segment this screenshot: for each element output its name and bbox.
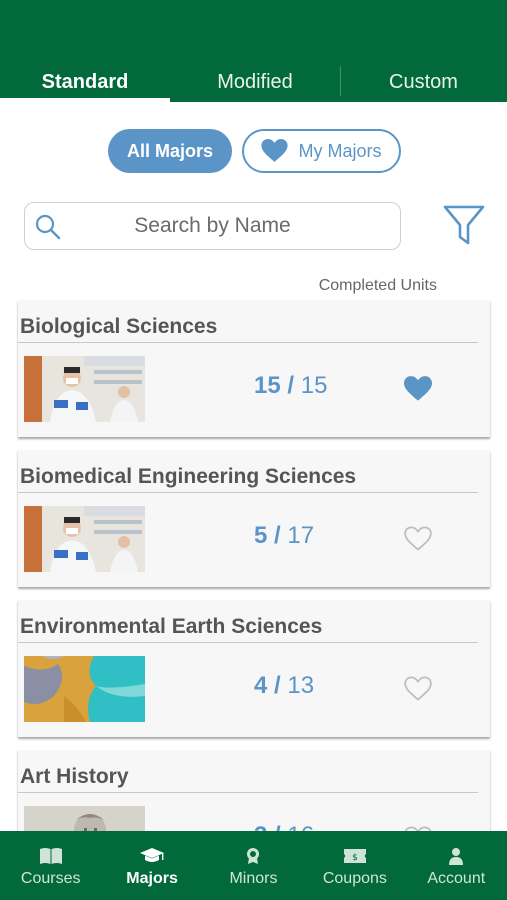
major-thumbnail: [24, 506, 145, 572]
nav-coupons[interactable]: $ Coupons: [304, 831, 405, 900]
nav-minors[interactable]: Minors: [203, 831, 304, 900]
all-majors-label: All Majors: [126, 140, 214, 161]
nav-label: Courses: [20, 870, 81, 887]
major-card[interactable]: Biomedical Engineering Sciences 5 / 17: [18, 450, 490, 587]
major-thumbnail: [24, 656, 145, 722]
units-completed: 4: [254, 672, 268, 699]
major-name: Biological Sciences: [20, 315, 218, 338]
units-completed: 5: [254, 522, 268, 549]
major-name: Environmental Earth Sciences: [20, 615, 323, 638]
my-majors-label: My Majors: [298, 140, 382, 161]
search-box: [24, 202, 401, 250]
favorite-button[interactable]: [404, 376, 432, 407]
search-input[interactable]: [25, 203, 400, 249]
divider: [18, 642, 478, 643]
divider: [18, 492, 478, 493]
tab-label: Standard: [41, 70, 129, 93]
graduation-cap-icon: [140, 848, 165, 862]
book-icon: [39, 848, 62, 864]
nav-label: Minors: [229, 870, 278, 887]
nav-majors[interactable]: Majors: [101, 831, 202, 900]
header-bar: Standard Modified Custom: [0, 0, 507, 102]
major-thumbnail: [24, 356, 145, 422]
majors-screen: Standard Modified Custom All Majors My M…: [0, 0, 507, 900]
divider: [18, 792, 478, 793]
all-majors-button[interactable]: All Majors: [108, 129, 232, 173]
nav-label: Majors: [126, 870, 178, 887]
units-completed: 15: [254, 372, 281, 399]
tab-bar: Standard Modified Custom: [0, 62, 507, 102]
heart-icon: [261, 139, 289, 162]
heart-outline-icon: [404, 676, 432, 701]
favorite-button[interactable]: [404, 676, 432, 707]
my-majors-button[interactable]: My Majors: [242, 129, 401, 173]
nav-label: Coupons: [322, 870, 387, 887]
filter-button[interactable]: [442, 203, 486, 252]
completed-units-header: Completed Units: [318, 277, 437, 294]
tab-label: Custom: [389, 70, 458, 93]
major-name: Biomedical Engineering Sciences: [20, 465, 357, 488]
tab-label: Modified: [217, 70, 293, 93]
major-card[interactable]: Biological Sciences 15 / 15: [18, 300, 490, 437]
favorite-button[interactable]: [404, 526, 432, 557]
svg-text:$: $: [352, 853, 358, 863]
majors-segment: All Majors My Majors: [0, 129, 507, 173]
bottom-nav: Courses Majors Minors $ Coupons Account: [0, 831, 507, 900]
units-total: 15: [300, 372, 328, 399]
tab-divider: [340, 66, 341, 96]
major-name: Art History: [20, 765, 129, 788]
divider: [18, 342, 478, 343]
award-icon: [247, 848, 260, 864]
heart-outline-icon: [404, 526, 432, 551]
person-icon: [449, 848, 464, 865]
units-total: 17: [287, 522, 315, 549]
filter-icon: [443, 205, 485, 245]
heart-filled-icon: [404, 376, 432, 401]
completed-units: 15 / 15: [254, 372, 328, 399]
tab-modified[interactable]: Modified: [170, 62, 340, 102]
completed-units: 4 / 13: [254, 672, 315, 699]
coupon-icon: $: [343, 849, 366, 863]
nav-label: Account: [427, 870, 486, 887]
search-icon: [35, 214, 61, 240]
units-total: 13: [287, 672, 315, 699]
tab-standard[interactable]: Standard: [0, 62, 170, 102]
nav-account[interactable]: Account: [406, 831, 507, 900]
completed-units: 5 / 17: [254, 522, 315, 549]
nav-courses[interactable]: Courses: [0, 831, 101, 900]
tab-custom[interactable]: Custom: [340, 62, 507, 102]
major-card[interactable]: Environmental Earth Sciences 4 / 13: [18, 600, 490, 737]
